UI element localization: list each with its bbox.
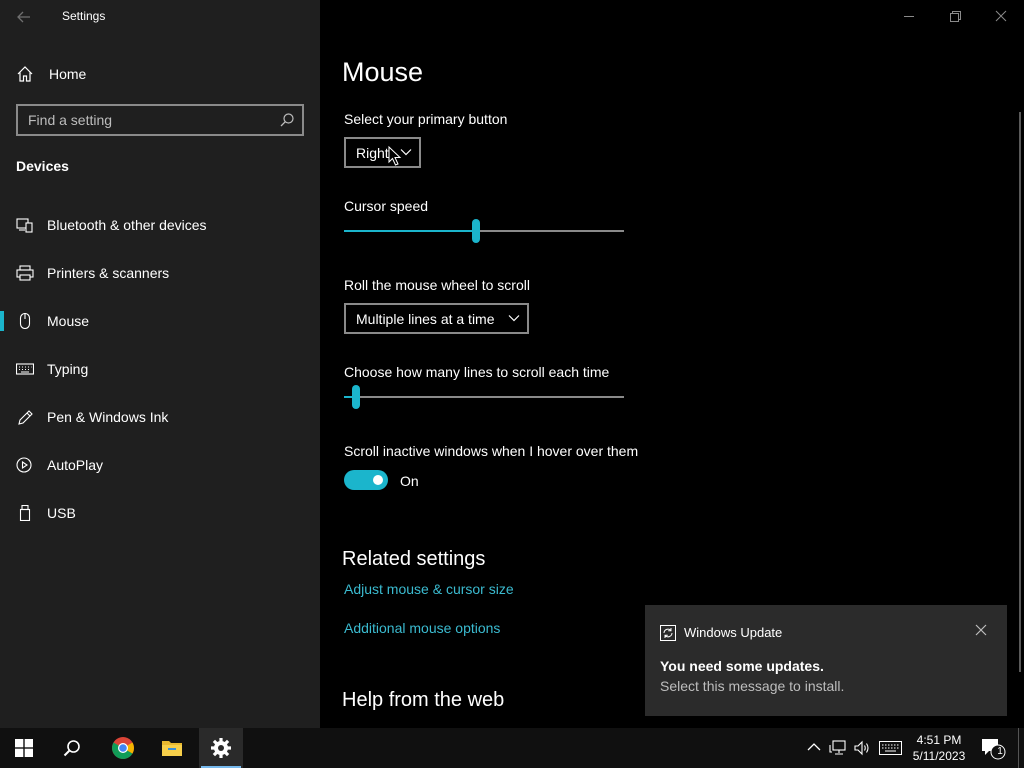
pen-icon <box>18 410 33 425</box>
toggle-knob <box>373 475 383 485</box>
inactive-scroll-label: Scroll inactive windows when I hover ove… <box>344 443 639 459</box>
sidebar-item-typing[interactable]: Typing <box>0 349 320 389</box>
search-icon <box>63 740 80 757</box>
home-label: Home <box>49 66 87 82</box>
autoplay-icon <box>16 457 32 473</box>
sidebar-item-label: Mouse <box>47 313 90 329</box>
scroll-lines-label: Choose how many lines to scroll each tim… <box>344 364 610 380</box>
taskbar-search-button[interactable] <box>50 728 94 768</box>
sidebar-item-label: USB <box>47 505 76 521</box>
restore-button[interactable] <box>942 6 968 26</box>
network-icon[interactable] <box>829 739 847 757</box>
slider-thumb[interactable] <box>352 385 360 409</box>
home-icon <box>17 66 33 82</box>
sidebar-item-printers[interactable]: Printers & scanners <box>0 253 320 293</box>
sidebar-item-bluetooth[interactable]: Bluetooth & other devices <box>0 205 320 245</box>
file-explorer-icon <box>162 741 182 756</box>
scrollbar[interactable] <box>1019 112 1021 672</box>
action-center-button[interactable]: 1 <box>980 737 1006 761</box>
mouse-pointer-icon <box>388 146 402 166</box>
home-nav-item[interactable]: Home <box>16 63 86 85</box>
chrome-icon <box>112 737 134 759</box>
adjust-cursor-size-link[interactable]: Adjust mouse & cursor size <box>344 581 514 597</box>
clock[interactable]: 4:51 PM 5/11/2023 <box>906 732 972 764</box>
sidebar-item-pen[interactable]: Pen & Windows Ink <box>0 397 320 437</box>
sidebar-item-mouse[interactable]: Mouse <box>0 301 320 341</box>
primary-button-label: Select your primary button <box>344 111 508 127</box>
related-settings-heading: Related settings <box>342 548 486 570</box>
back-button[interactable] <box>12 6 36 28</box>
cursor-speed-label: Cursor speed <box>344 198 429 214</box>
selection-indicator <box>0 311 4 331</box>
toast-app-name: Windows Update <box>684 625 783 640</box>
chrome-taskbar-button[interactable] <box>101 728 145 768</box>
scroll-mode-value: Multiple lines at a time <box>356 310 495 327</box>
file-explorer-taskbar-button[interactable] <box>150 728 194 768</box>
slider-fill <box>344 230 476 232</box>
volume-icon[interactable] <box>853 739 871 757</box>
mouse-icon <box>19 313 31 329</box>
primary-button-dropdown[interactable]: Right <box>344 137 421 168</box>
additional-mouse-options-link[interactable]: Additional mouse options <box>344 620 500 636</box>
restore-icon <box>950 11 961 22</box>
settings-taskbar-button[interactable] <box>199 728 243 768</box>
window-title: Settings <box>62 9 106 23</box>
sidebar-item-label: Pen & Windows Ink <box>47 409 169 425</box>
sidebar-item-autoplay[interactable]: AutoPlay <box>0 445 320 485</box>
slider-track <box>344 396 624 398</box>
close-icon[interactable] <box>975 624 987 636</box>
clock-time: 4:51 PM <box>916 733 962 747</box>
update-toast[interactable]: Windows Update You need some updates. Se… <box>645 605 1007 716</box>
start-icon <box>15 739 33 757</box>
section-heading: Devices <box>16 158 69 174</box>
scroll-mode-dropdown[interactable]: Multiple lines at a time <box>344 303 529 334</box>
close-button[interactable] <box>988 6 1014 26</box>
settings-sidebar: Settings Home Devices Bluetooth & other … <box>0 0 320 728</box>
back-arrow-icon <box>17 11 30 23</box>
sidebar-item-label: AutoPlay <box>47 457 104 473</box>
toggle-state-text: On <box>400 473 419 489</box>
minimize-button[interactable] <box>896 6 922 26</box>
slider-thumb[interactable] <box>472 219 480 243</box>
close-icon <box>995 10 1007 22</box>
sidebar-item-label: Typing <box>47 361 89 377</box>
chevron-down-icon <box>508 315 520 322</box>
show-desktop-button[interactable] <box>1018 728 1019 768</box>
toast-body: Select this message to install. <box>660 678 845 694</box>
sidebar-item-label: Bluetooth & other devices <box>47 217 207 233</box>
sidebar-item-usb[interactable]: USB <box>0 493 320 533</box>
notification-count: 1 <box>997 746 1003 757</box>
sidebar-item-label: Printers & scanners <box>47 265 170 281</box>
chevron-up-icon[interactable] <box>807 742 821 752</box>
windows-update-icon <box>660 625 676 641</box>
usb-icon <box>19 505 31 521</box>
start-button[interactable] <box>2 728 46 768</box>
search-input[interactable] <box>28 111 268 129</box>
scroll-lines-slider[interactable] <box>344 385 624 409</box>
help-heading: Help from the web <box>342 689 505 711</box>
keyboard-icon[interactable] <box>879 741 902 755</box>
clock-date: 5/11/2023 <box>912 749 966 763</box>
search-box[interactable] <box>16 104 304 136</box>
scroll-mode-label: Roll the mouse wheel to scroll <box>344 277 530 293</box>
taskbar: 4:51 PM 5/11/2023 1 <box>0 728 1024 768</box>
printer-icon <box>16 265 34 281</box>
keyboard-icon <box>16 363 34 375</box>
primary-button-value: Right <box>356 144 389 161</box>
minimize-icon <box>904 16 914 17</box>
search-icon <box>280 113 294 127</box>
inactive-scroll-toggle[interactable] <box>344 470 388 490</box>
page-title: Mouse <box>342 57 424 87</box>
toast-title: You need some updates. <box>660 658 824 674</box>
bluetooth-devices-icon <box>16 218 33 233</box>
settings-icon <box>211 738 231 758</box>
cursor-speed-slider[interactable] <box>344 219 624 243</box>
